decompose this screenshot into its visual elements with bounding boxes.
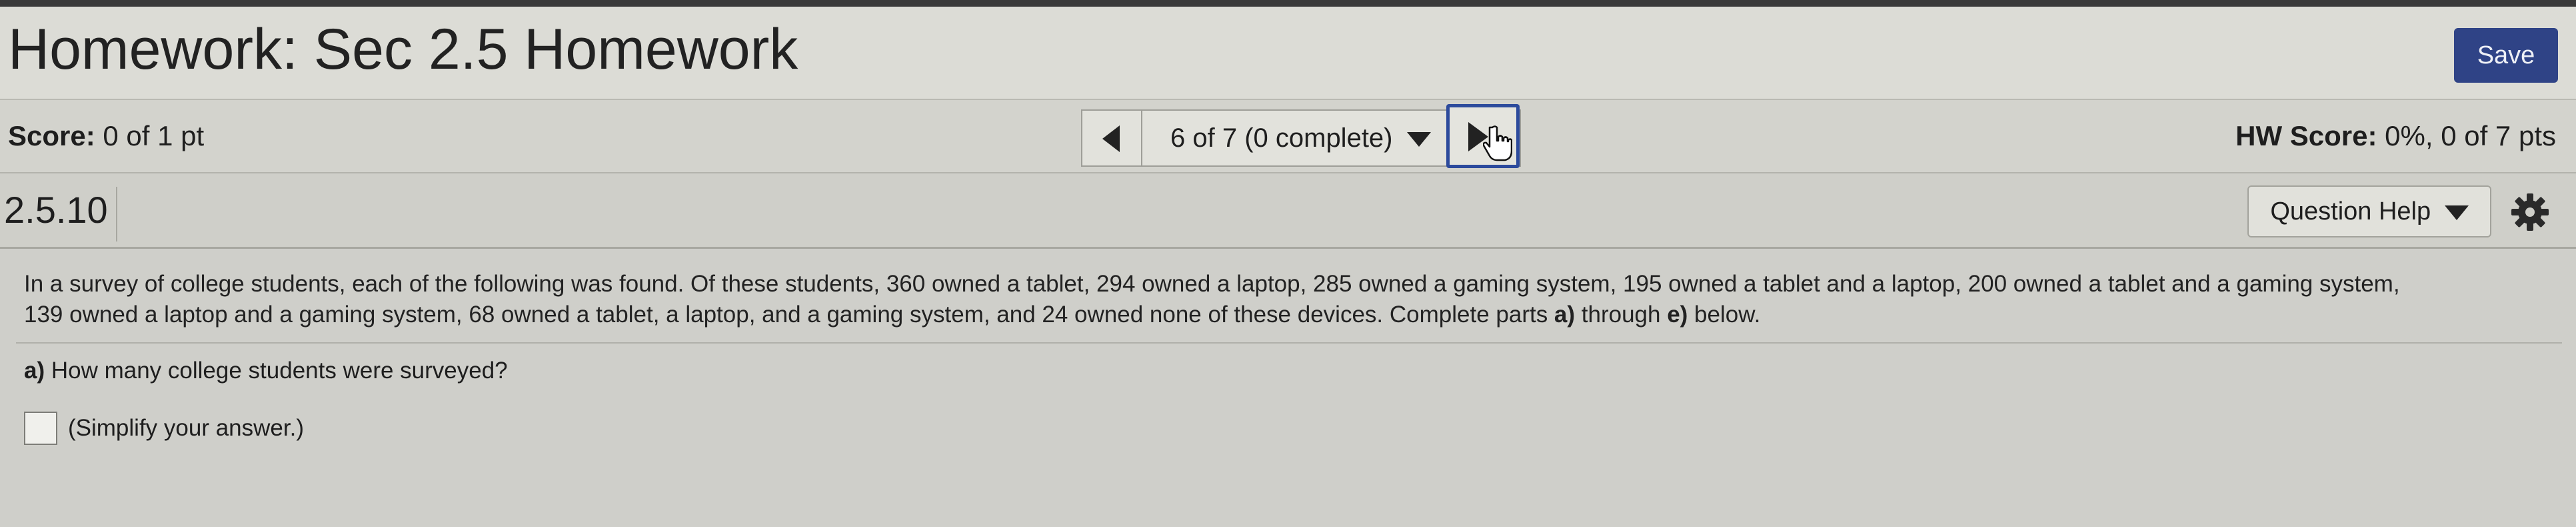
- question-number: 2.5.10: [4, 187, 117, 241]
- problem-statement: In a survey of college students, each of…: [24, 269, 2557, 330]
- caret-down-icon: [2444, 205, 2469, 220]
- save-button[interactable]: Save: [2454, 28, 2558, 83]
- score-bar: Score: 0 of 1 pt 6 of 7 (0 complete) HW …: [0, 100, 2576, 173]
- question-content: In a survey of college students, each of…: [0, 249, 2576, 527]
- previous-question-button[interactable]: [1082, 111, 1142, 165]
- score-value: 0 of 1 pt: [103, 120, 205, 151]
- question-score: Score: 0 of 1 pt: [8, 117, 204, 155]
- problem-line-2-end: below.: [1688, 302, 1761, 328]
- problem-line-2: 139 owned a laptop and a gaming system, …: [24, 300, 2557, 330]
- caret-down-icon: [1406, 132, 1431, 147]
- part-a-reference: a): [1554, 302, 1576, 328]
- triangle-left-icon: [1102, 125, 1120, 152]
- hw-score-value: 0%, 0 of 7 pts: [2385, 120, 2556, 151]
- through-text: through: [1575, 302, 1668, 328]
- question-header-bar: 2.5.10 Question Help: [0, 173, 2576, 249]
- question-selector-label: 6 of 7 (0 complete): [1170, 123, 1393, 153]
- part-a-text: How many college students were surveyed?: [45, 358, 508, 384]
- gear-icon[interactable]: [2510, 192, 2550, 232]
- score-label: Score:: [8, 120, 95, 151]
- title-bar: Homework: Sec 2.5 Homework Save: [0, 7, 2576, 100]
- part-a-label: a): [24, 358, 45, 384]
- question-help-button[interactable]: Question Help: [2247, 185, 2491, 237]
- next-question-button[interactable]: [1446, 104, 1520, 168]
- question-selector-dropdown[interactable]: 6 of 7 (0 complete): [1144, 111, 1457, 165]
- question-help-label: Question Help: [2270, 197, 2431, 225]
- hand-pointer-icon: [1483, 125, 1512, 161]
- answer-input[interactable]: [24, 412, 57, 445]
- problem-line-2-text: 139 owned a laptop and a gaming system, …: [24, 302, 1554, 328]
- window-top-edge: [0, 0, 2576, 7]
- divider: [16, 342, 2562, 344]
- part-e-reference: e): [1667, 302, 1688, 328]
- hw-score-label: HW Score:: [2235, 120, 2377, 151]
- part-a-question: a) How many college students were survey…: [24, 356, 508, 386]
- page-title: Homework: Sec 2.5 Homework: [8, 17, 798, 81]
- hw-score: HW Score: 0%, 0 of 7 pts: [2235, 117, 2556, 155]
- answer-hint: (Simplify your answer.): [68, 415, 304, 441]
- problem-line-1: In a survey of college students, each of…: [24, 271, 2400, 297]
